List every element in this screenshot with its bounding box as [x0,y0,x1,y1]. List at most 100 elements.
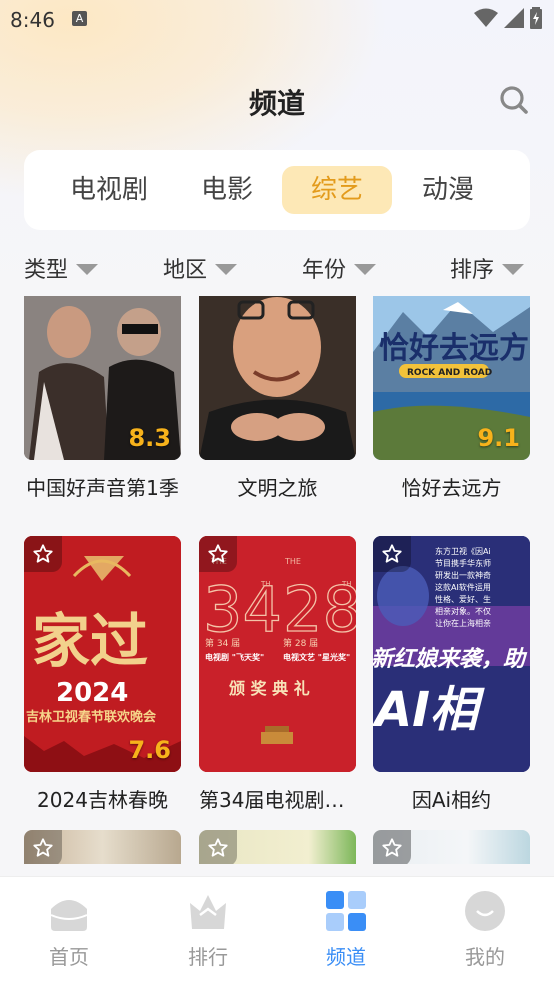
card-title: 文明之旅 [237,476,318,500]
star-outline-icon [33,838,53,857]
nav-item-channel[interactable]: 频道 [296,889,396,970]
bottom-navigation: 首页 排行 频道 我的 [0,876,554,986]
user-icon [465,891,505,931]
poster-image: 家过 2024 吉林卫视春节联欢晚会 7.6 [24,536,181,772]
card-title: 2024吉林春晚 [37,788,168,812]
wifi-icon [474,8,498,27]
card-title: 因Ai相约 [411,788,492,812]
card-title: 中国好声音第1季 [26,476,179,500]
video-card[interactable] [24,830,181,864]
search-icon [500,86,528,114]
content-grid: 8.3 中国好声音第1季 文明之旅 恰好去远方 ROCK AND ROAD 9.… [0,296,554,864]
notification-a-icon: A [72,11,87,26]
signal-icon [504,8,524,28]
poster-line-text: 东方卫视《因Ai [435,546,491,556]
poster-subtitle-text: 吉林卫视春节联欢晚会 [26,709,157,725]
nav-label: 频道 [326,945,366,969]
poster-image: 8.3 [24,296,181,460]
poster-image: THE THE 34 28 TH TH 第 34 届 第 28 届 电视剧 "飞… [199,536,356,772]
video-card[interactable] [199,830,356,864]
page-title: 频道 [248,87,305,120]
filter-sort[interactable]: 排序 [450,252,525,284]
filter-region-label: 地区 [163,258,208,283]
poster-image [373,830,530,864]
dropdown-triangle-icon [215,263,238,275]
video-card[interactable]: THE THE 34 28 TH TH 第 34 届 第 28 届 电视剧 "飞… [199,536,356,813]
tab-movie[interactable]: 电影 [186,166,268,214]
filter-region[interactable]: 地区 [163,252,238,284]
poster-title-text: 恰好去远方 [379,331,529,366]
poster-art [199,296,356,460]
favorite-star-button[interactable] [24,830,62,864]
favorite-star-button[interactable] [199,830,237,864]
poster-line-text: 性格、爱好、生 [435,594,491,604]
home-icon [50,900,88,931]
dropdown-triangle-icon [502,263,525,275]
poster-line-text: 电视剧 "飞天奖" [205,652,264,662]
poster-year-text: 2024 [56,678,128,708]
category-tabs: 电视剧 电影 综艺 动漫 [24,150,530,230]
nav-item-home[interactable]: 首页 [19,889,119,970]
filter-sort-label: 排序 [450,258,495,283]
star-outline-icon [33,544,53,563]
nav-label: 首页 [49,945,89,969]
grid-icon [326,891,366,931]
favorite-star-button[interactable] [199,536,237,572]
poster-sub-text: THE [284,557,301,566]
card-title: 第34届电视剧飞天奖 [199,788,356,812]
dropdown-triangle-icon [354,263,377,275]
card-title: 恰好去远方 [401,476,502,500]
star-outline-icon [382,544,402,563]
star-outline-icon [382,838,402,857]
status-bar: 8:46 A [0,0,554,40]
poster-ceremony-text: 颁 奖 典 礼 [229,679,310,698]
filter-year-label: 年份 [302,258,347,283]
favorite-star-button[interactable] [373,536,411,572]
tab-tv-series[interactable]: 电视剧 [54,166,164,214]
nav-label: 我的 [465,945,505,969]
poster-title-text: AI相 [373,682,485,738]
search-button[interactable] [498,84,530,116]
poster-line-text: 电视文艺 "星光奖" [283,652,350,662]
poster-line-text: 节目携手华东师 [435,558,491,568]
nav-label: 排行 [188,945,228,969]
poster-slogan-text: 新红娘来袭，助 [373,646,528,672]
poster-line-text: 研发出一款神奇 [435,570,491,580]
filter-type-label: 类型 [24,258,69,283]
score-badge: 8.3 [128,424,171,452]
poster-sub-text: TH [260,580,271,588]
tab-variety[interactable]: 综艺 [282,166,392,214]
tab-anime[interactable]: 动漫 [404,166,492,214]
video-card[interactable]: 恰好去远方 ROCK AND ROAD 9.1 恰好去远方 [373,296,530,501]
poster-line-text: 让你在上海相亲 [435,618,491,628]
poster-line-text: 第 34 届 [205,637,240,649]
video-card[interactable] [373,830,530,864]
score-badge: 9.1 [477,424,520,452]
video-card[interactable]: 文明之旅 [199,296,356,501]
poster-line-text: 这款AI软件运用 [435,582,491,592]
dropdown-triangle-icon [76,263,99,275]
video-card[interactable]: 家过 2024 吉林卫视春节联欢晚会 7.6 2024吉林春晚 [24,536,181,813]
status-time: 8:46 [10,8,55,32]
filter-bar: 类型 地区 年份 排序 [0,248,554,288]
nav-item-ranking[interactable]: 排行 [158,889,258,970]
filter-type[interactable]: 类型 [24,252,99,284]
poster-image [199,830,356,864]
video-card[interactable]: 8.3 中国好声音第1季 [24,296,181,501]
nav-item-profile[interactable]: 我的 [435,889,535,970]
score-badge: 7.6 [128,736,171,764]
favorite-star-button[interactable] [24,536,62,572]
poster-subtitle-text: ROCK AND ROAD [407,368,492,378]
battery-icon [530,7,542,29]
poster-sub-text: TH [341,580,352,588]
filter-year[interactable]: 年份 [302,252,377,284]
poster-image [24,830,181,864]
poster-line-text: 第 28 届 [283,637,318,649]
header: 频道 [0,80,554,124]
poster-title-text: 家过 [32,607,148,675]
status-icons [474,7,542,29]
favorite-star-button[interactable] [373,830,411,864]
poster-line-text: 相亲对象。不仅 [435,606,491,616]
poster-image: 恰好去远方 ROCK AND ROAD 9.1 [373,296,530,460]
video-card[interactable]: 东方卫视《因Ai 节目携手华东师 研发出一款神奇 这款AI软件运用 性格、爱好、… [373,536,530,813]
